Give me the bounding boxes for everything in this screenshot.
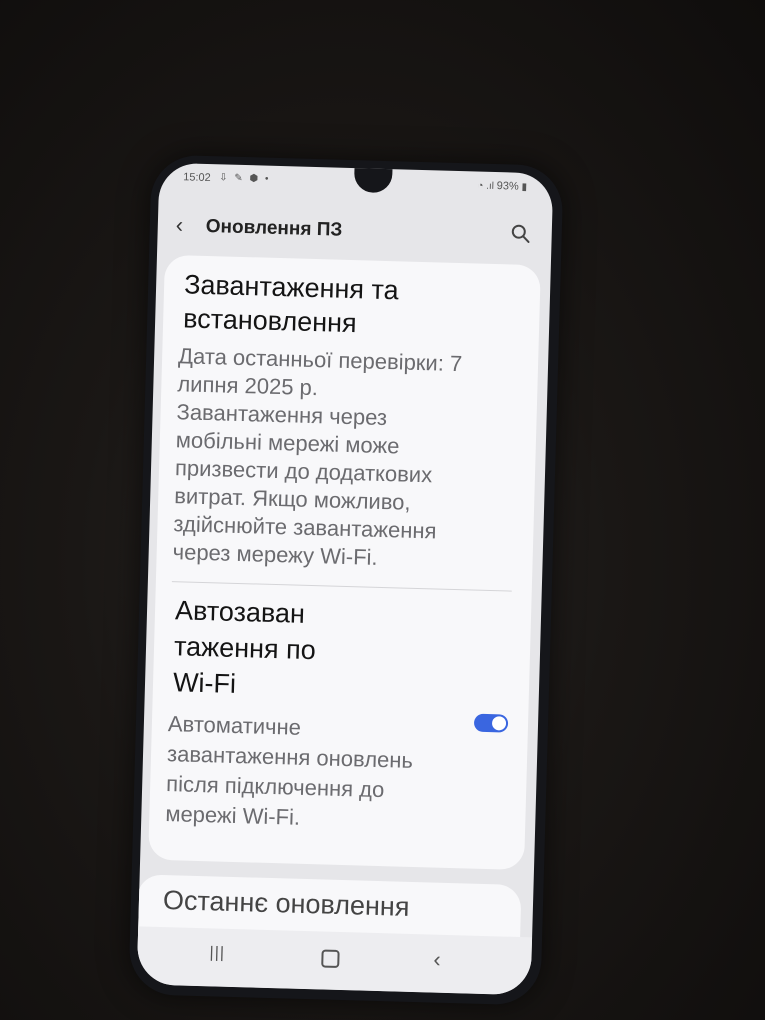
auto-download-title-line: Автозаван [174, 595, 306, 629]
settings-card: Завантаження та встановлення Дата останн… [148, 254, 541, 871]
phone-screen: 15:02 ⇩ ✎ ⬢ • ◔ .ıl 93% ▮ ‹ Оновлення ПЗ… [136, 162, 554, 996]
nav-back-icon[interactable]: ‹ [433, 947, 441, 973]
phone-body: 15:02 ⇩ ✎ ⬢ • ◔ .ıl 93% ▮ ‹ Оновлення ПЗ… [128, 154, 564, 1006]
last-update-title: Останнє оновлення [162, 885, 410, 922]
auto-download-wifi-item[interactable]: Автозаван таження по Wi-Fi Автоматичне з… [165, 255, 541, 830]
camera-notch [353, 162, 393, 194]
auto-download-title-line: Wi-Fi [172, 667, 237, 699]
wifi-signal-icon: ◔ .ıl [477, 180, 497, 193]
auto-download-toggle[interactable] [473, 713, 509, 733]
battery-icon: ▮ [521, 181, 528, 193]
system-nav-bar: ||| ‹ [136, 926, 533, 996]
back-chevron-icon[interactable]: ‹ [176, 212, 199, 238]
search-icon[interactable] [509, 222, 532, 245]
download-install-title-line2: встановлення [182, 303, 358, 339]
battery-level: 93% [496, 180, 519, 193]
home-icon[interactable] [321, 949, 340, 968]
auto-download-desc-line: мережі Wi-Fi. [165, 801, 301, 830]
status-right: ◔ .ıl 93% ▮ [477, 180, 527, 193]
auto-download-desc-line: Автоматичне [167, 711, 302, 740]
status-notification-icons: ⇩ ✎ ⬢ • [219, 172, 271, 185]
recents-icon[interactable]: ||| [209, 944, 225, 962]
page-title: Оновлення ПЗ [205, 215, 343, 241]
status-time: 15:02 [183, 171, 211, 185]
section-divider [171, 581, 512, 592]
download-install-item[interactable]: Завантаження та встановлення Дата останн… [165, 255, 541, 569]
download-desc-line: через мережу Wi-Fi. [172, 539, 378, 570]
app-bar: ‹ Оновлення ПЗ [157, 205, 552, 258]
toggle-knob [491, 716, 507, 731]
auto-download-title-line: таження по [173, 631, 317, 666]
